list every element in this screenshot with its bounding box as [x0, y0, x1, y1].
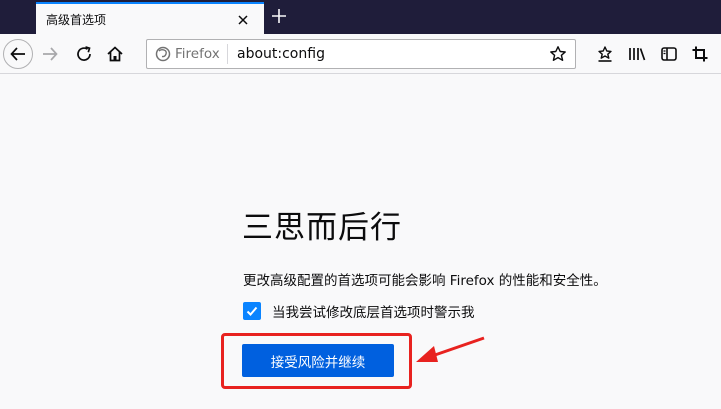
reading-list-star-icon[interactable]: [595, 44, 615, 64]
library-icon[interactable]: [627, 44, 647, 64]
bookmark-star-icon[interactable]: [549, 45, 567, 63]
home-icon[interactable]: [105, 44, 125, 64]
sidebar-icon[interactable]: [659, 44, 679, 64]
nav-bar: Firefox about:config: [0, 34, 721, 74]
page-content: 三思而后行 更改高级配置的首选项可能会影响 Firefox 的性能和安全性。 当…: [0, 75, 721, 409]
annotation-arrow-icon: [416, 336, 485, 362]
reload-icon[interactable]: [74, 44, 94, 64]
checkmark-icon: [246, 306, 258, 316]
warn-checkbox-row[interactable]: 当我尝试修改底层首选项时警示我: [243, 301, 475, 321]
new-tab-plus-icon[interactable]: [270, 7, 288, 25]
back-button[interactable]: [3, 39, 33, 69]
accept-risk-button[interactable]: 接受风险并继续: [242, 344, 394, 377]
tab-strip: 高级首选项: [0, 0, 721, 34]
tab-title: 高级首选项: [46, 13, 107, 27]
identity-box[interactable]: Firefox: [155, 46, 220, 62]
page-title: 三思而后行: [242, 210, 402, 246]
back-arrow-icon: [10, 47, 25, 61]
tab-advanced-preferences[interactable]: 高级首选项: [36, 2, 264, 34]
firefox-icon: [155, 46, 171, 62]
screenshot-crop-icon[interactable]: [690, 44, 710, 64]
url-input[interactable]: about:config: [237, 46, 325, 62]
warning-text: 更改高级配置的首选项可能会影响 Firefox 的性能和安全性。: [243, 273, 607, 289]
identity-label: Firefox: [175, 46, 220, 62]
close-icon[interactable]: [236, 12, 250, 26]
forward-arrow-icon[interactable]: [40, 44, 60, 64]
url-bar[interactable]: Firefox about:config: [146, 39, 576, 69]
url-separator: [227, 44, 228, 64]
warn-checkbox[interactable]: [243, 302, 261, 320]
warn-checkbox-label[interactable]: 当我尝试修改底层首选项时警示我: [272, 301, 475, 321]
